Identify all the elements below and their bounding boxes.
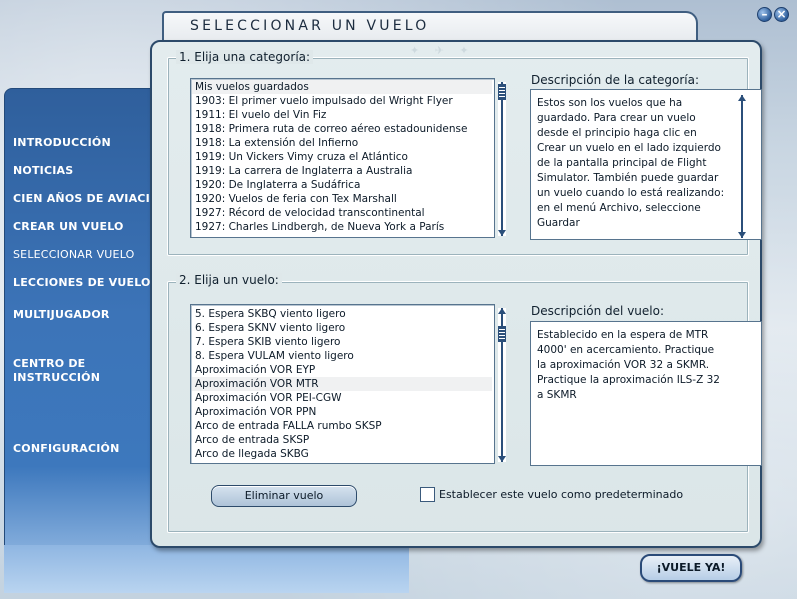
- category-description-heading: Descripción de la categoría:: [531, 73, 700, 87]
- list-item[interactable]: Arco de entrada SKSP: [195, 433, 309, 447]
- category-description-text: Estos son los vuelos que ha guardado. Pa…: [537, 97, 725, 229]
- scroll-down-icon[interactable]: [738, 232, 746, 238]
- list-item[interactable]: 5. Espera SKBQ viento ligero: [195, 307, 346, 321]
- category-list-scrollbar[interactable]: [498, 82, 506, 236]
- scroll-track: [501, 82, 503, 236]
- list-item[interactable]: 1927: Récord de velocidad transcontinent…: [195, 206, 425, 220]
- list-item[interactable]: Aproximación VOR PPN: [195, 405, 316, 419]
- flight-list-scrollbar[interactable]: [498, 308, 506, 462]
- list-item[interactable]: 1919: Un Vickers Vimy cruza el Atlántico: [195, 150, 408, 164]
- default-flight-checkbox[interactable]: [420, 487, 435, 502]
- flight-description-text: Establecido en la espera de MTR 4000' en…: [537, 329, 720, 401]
- category-description-scrollbar[interactable]: [738, 95, 746, 238]
- sidebar-item-crear-vuelo[interactable]: CREAR UN VUELO: [13, 220, 124, 234]
- minimize-icon[interactable]: –: [757, 7, 772, 22]
- list-item[interactable]: Arco de entrada FALLA rumbo SKSP: [195, 419, 382, 433]
- list-item[interactable]: 1927: Charles Lindbergh, de Nueva York a…: [195, 220, 444, 234]
- scroll-track: [741, 95, 743, 238]
- flight-list[interactable]: 5. Espera SKBQ viento ligero 6. Espera S…: [190, 304, 495, 464]
- list-item[interactable]: 1919: La carrera de Inglaterra a Austral…: [195, 164, 412, 178]
- sidebar-item-cien-anos[interactable]: CIEN AÑOS DE AVIACIÓN: [13, 192, 169, 206]
- list-item[interactable]: 1911: El vuelo del Vin Fiz: [195, 108, 326, 122]
- sidebar-item-centro-instruccion[interactable]: CENTRO DE: [13, 357, 85, 371]
- scroll-up-icon[interactable]: [738, 95, 746, 101]
- scroll-down-icon[interactable]: [498, 456, 506, 462]
- sidebar-item-noticias[interactable]: NOTICIAS: [13, 164, 73, 178]
- sidebar-item-lecciones[interactable]: LECCIONES DE VUELO: [13, 276, 151, 290]
- sidebar-item-configuracion[interactable]: CONFIGURACIÓN: [13, 442, 120, 456]
- scroll-up-icon[interactable]: [498, 308, 506, 314]
- list-item[interactable]: 1903: El primer vuelo impulsado del Wrig…: [195, 94, 453, 108]
- sidebar-item-centro-instruccion-line2[interactable]: INSTRUCCIÓN: [13, 371, 100, 385]
- page-title: SELECCIONAR UN VUELO: [190, 18, 430, 34]
- list-item[interactable]: 1918: Primera ruta de correo aéreo estad…: [195, 122, 467, 136]
- scroll-thumb[interactable]: [498, 326, 506, 342]
- category-list[interactable]: Mis vuelos guardados 1903: El primer vue…: [190, 78, 495, 238]
- category-description-box: Estos son los vuelos que ha guardado. Pa…: [530, 89, 762, 240]
- flight-description-box: Establecido en la espera de MTR 4000' en…: [530, 321, 762, 466]
- decorative-watermark: ✦ ✈ ✦: [410, 44, 475, 57]
- list-item[interactable]: Arco de llegada SKBG: [195, 447, 309, 461]
- category-group-label: 1. Elija una categoría:: [176, 50, 314, 64]
- list-item[interactable]: 8. Espera VULAM viento ligero: [195, 349, 354, 363]
- list-item[interactable]: 6. Espera SKNV viento ligero: [195, 321, 345, 335]
- list-item[interactable]: 1920: Vuelos de feria con Tex Marshall: [195, 192, 397, 206]
- sidebar-item-multijugador[interactable]: MULTIJUGADOR: [13, 308, 110, 322]
- list-item[interactable]: Aproximación VOR MTR: [192, 377, 492, 391]
- list-item[interactable]: Aproximación VOR PEI-CGW: [195, 391, 342, 405]
- flight-group-label: 2. Elija un vuelo:: [176, 273, 282, 287]
- delete-flight-button[interactable]: Eliminar vuelo: [211, 485, 357, 507]
- sidebar-footer: [4, 545, 409, 593]
- list-item[interactable]: Aproximación VOR EYP: [195, 363, 315, 377]
- flight-description-heading: Descripción del vuelo:: [531, 304, 665, 318]
- default-flight-checkbox-label[interactable]: Establecer este vuelo como predeterminad…: [439, 488, 683, 502]
- scroll-down-icon[interactable]: [498, 230, 506, 236]
- sidebar-item-introduccion[interactable]: INTRODUCCIÓN: [13, 136, 111, 150]
- list-item[interactable]: 7. Espera SKIB viento ligero: [195, 335, 340, 349]
- list-item[interactable]: 1918: La extensión del Infierno: [195, 136, 358, 150]
- list-item[interactable]: Mis vuelos guardados: [192, 80, 492, 94]
- scroll-thumb[interactable]: [498, 84, 506, 100]
- list-item[interactable]: 1920: De Inglaterra a Sudáfrica: [195, 178, 360, 192]
- sidebar-item-seleccionar-vuelo[interactable]: SELECCIONAR VUELO: [13, 248, 135, 262]
- close-icon[interactable]: ×: [774, 7, 789, 22]
- fly-now-button[interactable]: ¡VUELE YA!: [640, 554, 742, 582]
